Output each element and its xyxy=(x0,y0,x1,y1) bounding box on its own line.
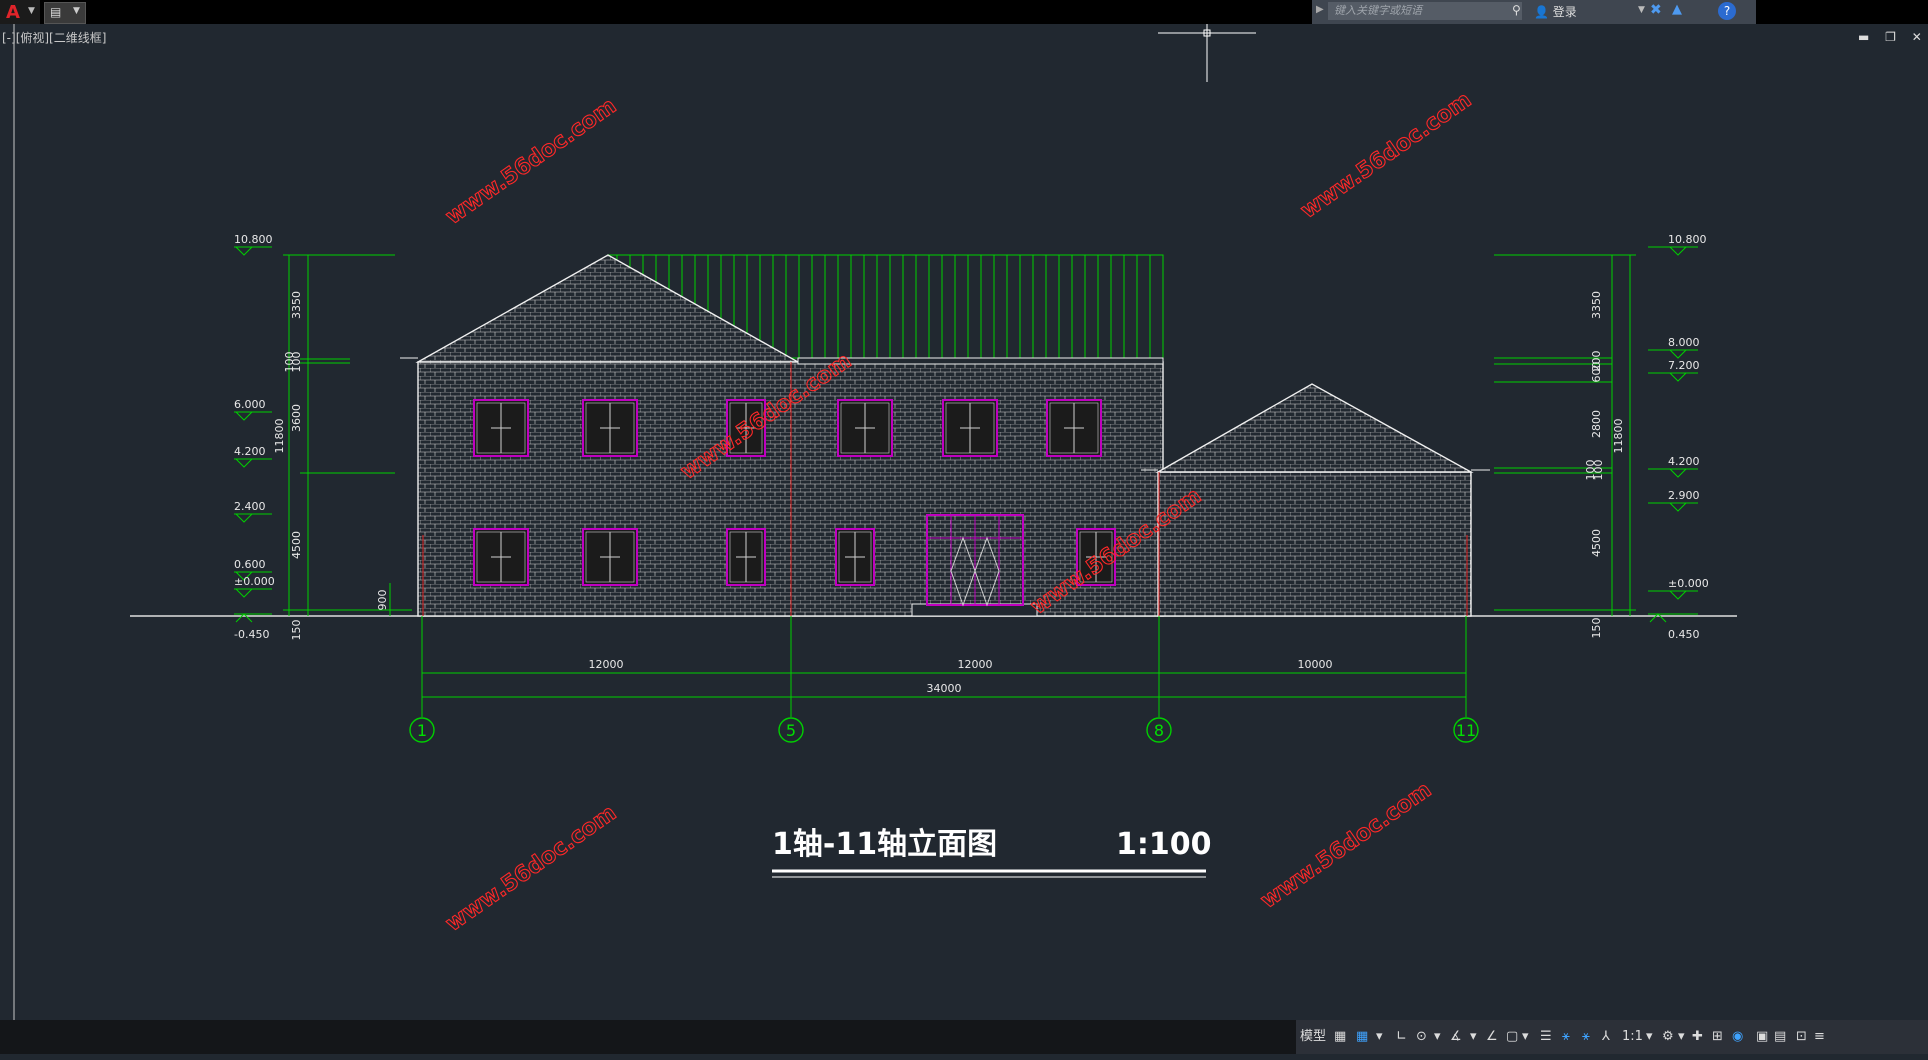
dimension-text: 34000 xyxy=(927,682,962,695)
dimension-text: 10000 xyxy=(1298,658,1333,671)
chevron-down-icon[interactable]: ▾ xyxy=(1522,1028,1529,1046)
level-label: 2.900 xyxy=(1668,489,1700,502)
level-label: 0.600 xyxy=(234,558,266,571)
isodraft-icon[interactable]: ∡ xyxy=(1450,1028,1462,1046)
axis-label: 8 xyxy=(1154,721,1164,740)
workspace-gear-icon[interactable]: ⚙ xyxy=(1662,1028,1674,1046)
axis-label: 11 xyxy=(1456,721,1476,740)
level-label: 6.000 xyxy=(234,398,266,411)
drawing-title-block: 1轴-11轴立面图 1:100 xyxy=(772,827,1212,878)
isolate-objects-icon[interactable]: ◉ xyxy=(1732,1028,1743,1046)
grid-icon[interactable]: ▦ xyxy=(1334,1028,1346,1046)
polar-tracking-icon[interactable]: ⊙ xyxy=(1416,1028,1427,1046)
dimension-text: 150 xyxy=(290,620,303,641)
object-snap-tracking-icon[interactable]: ∠ xyxy=(1486,1028,1498,1046)
level-label: -0.450 xyxy=(234,628,269,641)
chevron-down-icon[interactable]: ▾ xyxy=(1470,1028,1477,1046)
dimension-text: 150 xyxy=(1590,618,1603,639)
dimension-text: 11800 xyxy=(1612,419,1625,454)
crosshair-cursor xyxy=(1158,24,1256,82)
dimension-text: 3350 xyxy=(1590,291,1603,319)
auto-scale-icon[interactable]: ⚹ xyxy=(1582,1028,1590,1046)
hardware-acceleration-icon[interactable]: ▣ xyxy=(1756,1028,1768,1046)
level-label: 10.800 xyxy=(1668,233,1707,246)
level-label: 0.450 xyxy=(1668,628,1700,641)
object-snap-icon[interactable]: ▢ xyxy=(1506,1028,1518,1046)
watermark-text: www.56doc.com xyxy=(441,801,621,937)
clean-screen-icon[interactable]: ▤ xyxy=(1774,1028,1786,1046)
dimension-text: 600 xyxy=(1590,362,1603,383)
snap-icon[interactable]: ▦ xyxy=(1356,1028,1368,1046)
annotation-scale-value[interactable]: 1:1 xyxy=(1622,1028,1643,1046)
dimension-text: 100 xyxy=(290,352,303,373)
status-bar-tools: 模型 ▦ ▦ ▾ ∟ ⊙ ▾ ∡ ▾ ∠ ▢ ▾ ☰ ⚹ ⚹ ⅄ 1:1 ▾ ⚙… xyxy=(1296,1020,1928,1054)
ortho-icon[interactable]: ∟ xyxy=(1396,1028,1407,1046)
level-label: 7.200 xyxy=(1668,359,1700,372)
level-label: ±0.000 xyxy=(234,575,275,588)
drawing-title: 1轴-11轴立面图 xyxy=(772,827,997,862)
dimension-text: 3600 xyxy=(290,404,303,432)
fullscreen-icon[interactable]: ⊡ xyxy=(1796,1028,1807,1046)
drawing-canvas[interactable]: 3350100100360011800450015090033502006002… xyxy=(0,0,1928,1060)
units-icon[interactable]: ⊞ xyxy=(1712,1028,1723,1046)
dimension-text: 4500 xyxy=(1590,529,1603,557)
dimension-text: 100 xyxy=(1592,460,1605,481)
axis-label: 1 xyxy=(417,721,427,740)
dimension-text: 11800 xyxy=(273,419,286,454)
chevron-down-icon[interactable]: ▾ xyxy=(1434,1028,1441,1046)
building-elevation xyxy=(400,254,1490,660)
axis-label: 5 xyxy=(786,721,796,740)
drawing-scale: 1:100 xyxy=(1116,827,1212,862)
dimension-text: 12000 xyxy=(589,658,624,671)
level-label: ±0.000 xyxy=(1668,577,1709,590)
chevron-down-icon[interactable]: ▾ xyxy=(1678,1028,1685,1046)
annotation-scale-icon[interactable]: ⅄ xyxy=(1602,1028,1610,1046)
dimension-text: 12000 xyxy=(958,658,993,671)
model-space-button[interactable]: 模型 xyxy=(1300,1028,1326,1046)
customization-menu-icon[interactable]: ≡ xyxy=(1814,1028,1825,1046)
chevron-down-icon[interactable]: ▾ xyxy=(1376,1028,1383,1046)
dimension-text: 2800 xyxy=(1590,410,1603,438)
watermark-text: www.56doc.com xyxy=(1256,778,1436,914)
plus-icon[interactable]: ✚ xyxy=(1692,1028,1703,1046)
watermark-text: www.56doc.com xyxy=(441,94,621,230)
level-label: 10.800 xyxy=(234,233,273,246)
dimension-text: 4500 xyxy=(290,531,303,559)
dimension-text: 3350 xyxy=(290,291,303,319)
lineweight-icon[interactable]: ☰ xyxy=(1540,1028,1552,1046)
level-label: 4.200 xyxy=(234,445,266,458)
level-label: 2.400 xyxy=(234,500,266,513)
watermark-text: www.56doc.com xyxy=(1296,88,1476,224)
annotation-visibility-icon[interactable]: ⚹ xyxy=(1562,1028,1570,1046)
level-label: 8.000 xyxy=(1668,336,1700,349)
chevron-down-icon[interactable]: ▾ xyxy=(1646,1028,1653,1046)
dimension-text: 900 xyxy=(376,590,389,611)
level-label: 4.200 xyxy=(1668,455,1700,468)
